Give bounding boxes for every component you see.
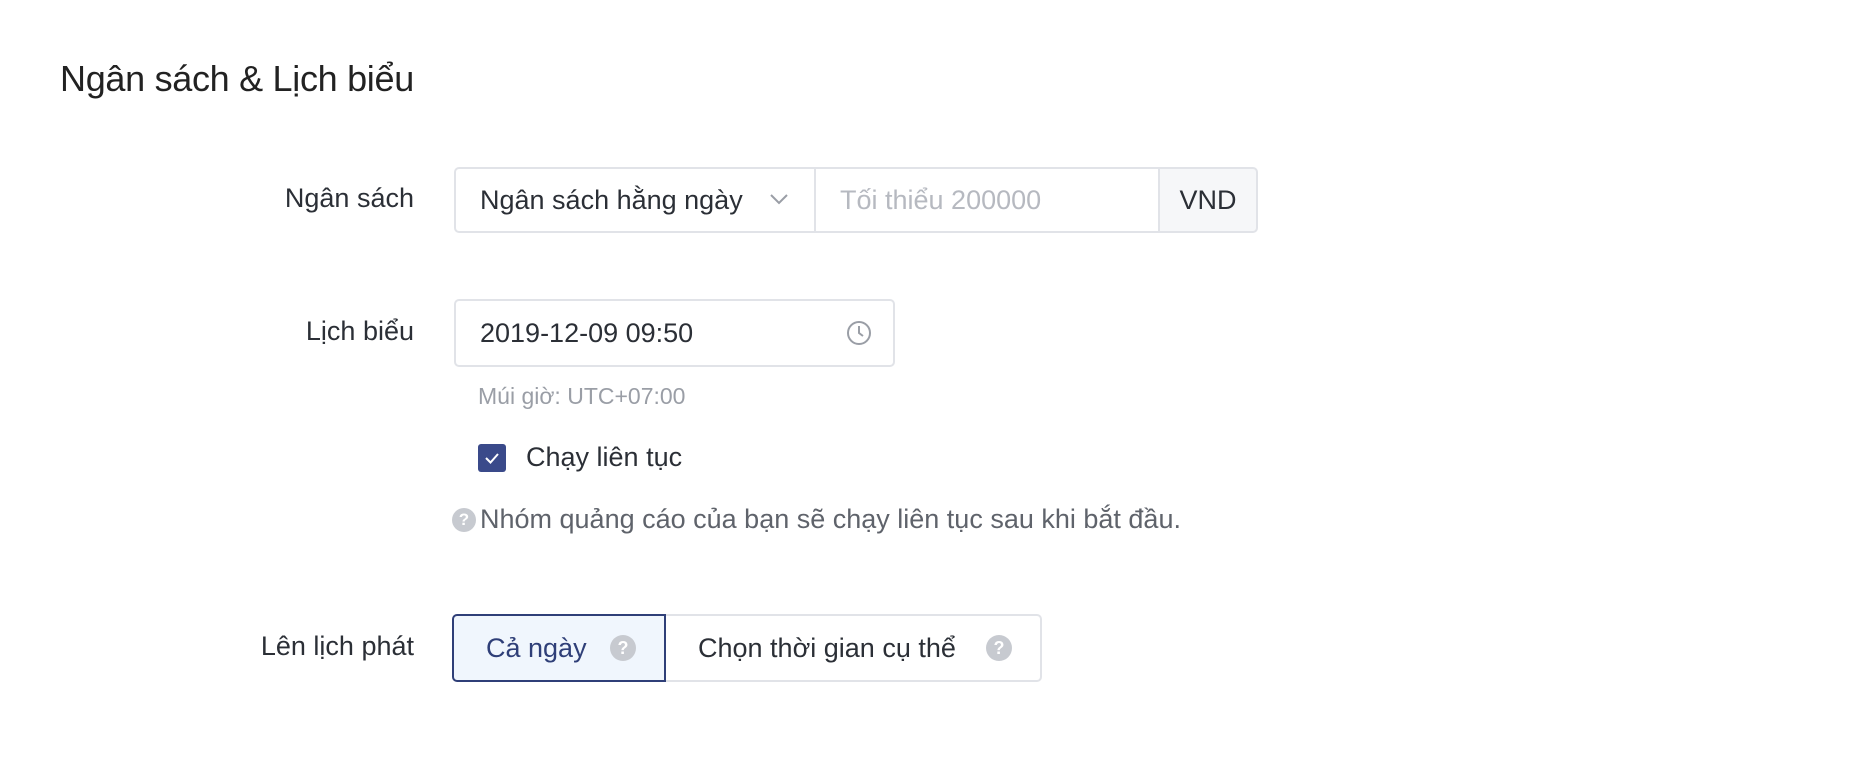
schedule-label: Lịch biểu — [305, 316, 414, 346]
question-circle-icon[interactable]: ? — [610, 635, 636, 661]
delivery-option-specific-time[interactable]: Chọn thời gian cụ thể ? — [666, 614, 1042, 682]
question-circle-icon[interactable]: ? — [986, 635, 1012, 661]
continuous-checkbox[interactable] — [478, 443, 506, 472]
clock-icon — [847, 321, 871, 345]
budget-type-select[interactable]: Ngân sách hằng ngày — [454, 167, 816, 233]
continuous-checkbox-row[interactable]: Chạy liên tục — [478, 442, 682, 473]
section-title: Ngân sách & Lịch biểu — [60, 58, 414, 99]
timezone-note: Múi giờ: UTC+07:00 — [478, 383, 686, 409]
delivery-option-all-day[interactable]: Cả ngày ? — [452, 614, 666, 682]
budget-type-value: Ngân sách hằng ngày — [480, 184, 743, 215]
start-datetime-value: 2019-12-09 09:50 — [480, 317, 694, 348]
question-circle-icon: ? — [452, 507, 476, 532]
continuous-hint-text: Nhóm quảng cáo của bạn sẽ chạy liên tục … — [480, 504, 1181, 534]
budget-schedule-section: Ngân sách & Lịch biểu Ngân sách Ngân sác… — [0, 0, 1876, 766]
budget-amount-input[interactable] — [816, 167, 1158, 233]
check-icon — [485, 452, 499, 464]
delivery-option-specific-time-label: Chọn thời gian cụ thể — [698, 632, 956, 663]
delivery-segmented-control: Cả ngày ? Chọn thời gian cụ thể ? — [452, 614, 1042, 682]
continuous-hint: ? Nhóm quảng cáo của bạn sẽ chạy liên tụ… — [452, 504, 1181, 535]
delivery-option-all-day-label: Cả ngày — [486, 632, 587, 663]
delivery-label: Lên lịch phát — [260, 631, 414, 661]
start-datetime-picker[interactable]: 2019-12-09 09:50 — [454, 299, 895, 367]
currency-addon: VND — [1158, 167, 1258, 233]
budget-label: Ngân sách — [284, 183, 414, 213]
continuous-checkbox-label: Chạy liên tục — [526, 442, 683, 472]
budget-input-group: Ngân sách hằng ngày VND — [454, 167, 1258, 233]
chevron-down-icon — [770, 194, 788, 205]
